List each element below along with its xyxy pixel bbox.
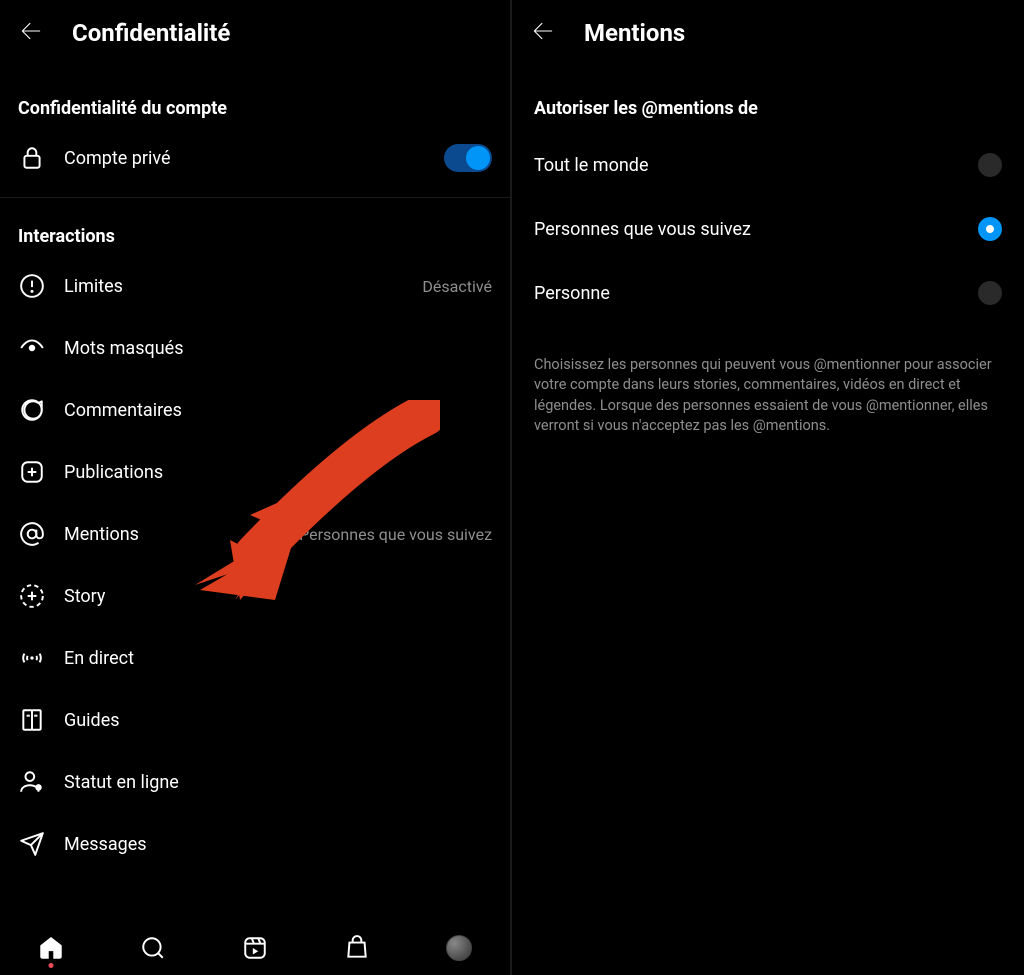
option-people-you-follow[interactable]: Personnes que vous suivez xyxy=(512,197,1024,261)
eye-hidden-icon xyxy=(18,334,46,362)
privacy-settings-pane: Confidentialité Confidentialité du compt… xyxy=(0,0,512,975)
lock-icon xyxy=(18,144,46,172)
notification-dot xyxy=(49,963,54,968)
section-allow-mentions: Autoriser les @mentions de xyxy=(512,58,1024,133)
nav-reels[interactable] xyxy=(241,934,269,962)
row-private-account[interactable]: Compte privé xyxy=(0,127,510,189)
option-people-you-follow-label: Personnes que vous suivez xyxy=(534,219,751,240)
row-messages[interactable]: Messages xyxy=(0,813,510,875)
row-posts[interactable]: Publications xyxy=(0,441,510,503)
activity-status-icon xyxy=(18,768,46,796)
plus-square-icon xyxy=(18,458,46,486)
row-activity-status[interactable]: Statut en ligne xyxy=(0,751,510,813)
comments-label: Commentaires xyxy=(64,400,182,421)
back-arrow-icon[interactable] xyxy=(18,18,44,48)
posts-label: Publications xyxy=(64,462,163,483)
bottom-navigation xyxy=(0,921,510,975)
nav-search[interactable] xyxy=(139,934,167,962)
radio-everyone[interactable] xyxy=(978,153,1002,177)
live-broadcast-icon xyxy=(18,644,46,672)
profile-avatar xyxy=(446,935,472,961)
mentions-settings-pane: Mentions Autoriser les @mentions de Tout… xyxy=(512,0,1024,975)
option-no-one-label: Personne xyxy=(534,283,610,304)
hidden-words-label: Mots masqués xyxy=(64,338,183,359)
radio-people-you-follow[interactable] xyxy=(978,217,1002,241)
page-title-mentions: Mentions xyxy=(584,19,685,47)
option-everyone-label: Tout le monde xyxy=(534,155,649,176)
private-account-toggle[interactable] xyxy=(444,144,492,172)
page-title-privacy: Confidentialité xyxy=(72,19,230,47)
limits-value: Désactivé xyxy=(422,277,492,296)
option-everyone[interactable]: Tout le monde xyxy=(512,133,1024,197)
mentions-label: Mentions xyxy=(64,524,139,545)
header-left: Confidentialité xyxy=(0,0,510,58)
row-mentions[interactable]: Mentions Personnes que vous suivez xyxy=(0,503,510,565)
row-limits[interactable]: Limites Désactivé xyxy=(0,255,510,317)
mentions-value: Personnes que vous suivez xyxy=(299,525,492,544)
alert-circle-icon xyxy=(18,272,46,300)
header-right: Mentions xyxy=(512,0,1024,58)
nav-home[interactable] xyxy=(37,934,65,962)
row-hidden-words[interactable]: Mots masqués xyxy=(0,317,510,379)
radio-no-one[interactable] xyxy=(978,281,1002,305)
activity-status-label: Statut en ligne xyxy=(64,772,179,793)
story-label: Story xyxy=(64,586,105,607)
guide-book-icon xyxy=(18,706,46,734)
live-label: En direct xyxy=(64,648,134,669)
row-live[interactable]: En direct xyxy=(0,627,510,689)
back-arrow-icon[interactable] xyxy=(530,18,556,48)
guides-label: Guides xyxy=(64,710,120,731)
row-story[interactable]: Story xyxy=(0,565,510,627)
option-no-one[interactable]: Personne xyxy=(512,261,1024,325)
row-comments[interactable]: Commentaires xyxy=(0,379,510,441)
section-account-privacy: Confidentialité du compte xyxy=(0,58,510,127)
nav-profile[interactable] xyxy=(445,934,473,962)
send-message-icon xyxy=(18,830,46,858)
nav-shop[interactable] xyxy=(343,934,371,962)
mentions-description: Choisissez les personnes qui peuvent vou… xyxy=(512,325,1024,436)
messages-label: Messages xyxy=(64,834,147,855)
private-account-label: Compte privé xyxy=(64,148,171,169)
story-plus-icon xyxy=(18,582,46,610)
limits-label: Limites xyxy=(64,276,123,297)
row-guides[interactable]: Guides xyxy=(0,689,510,751)
at-sign-icon xyxy=(18,520,46,548)
comment-icon xyxy=(18,396,46,424)
section-interactions: Interactions xyxy=(0,198,510,255)
